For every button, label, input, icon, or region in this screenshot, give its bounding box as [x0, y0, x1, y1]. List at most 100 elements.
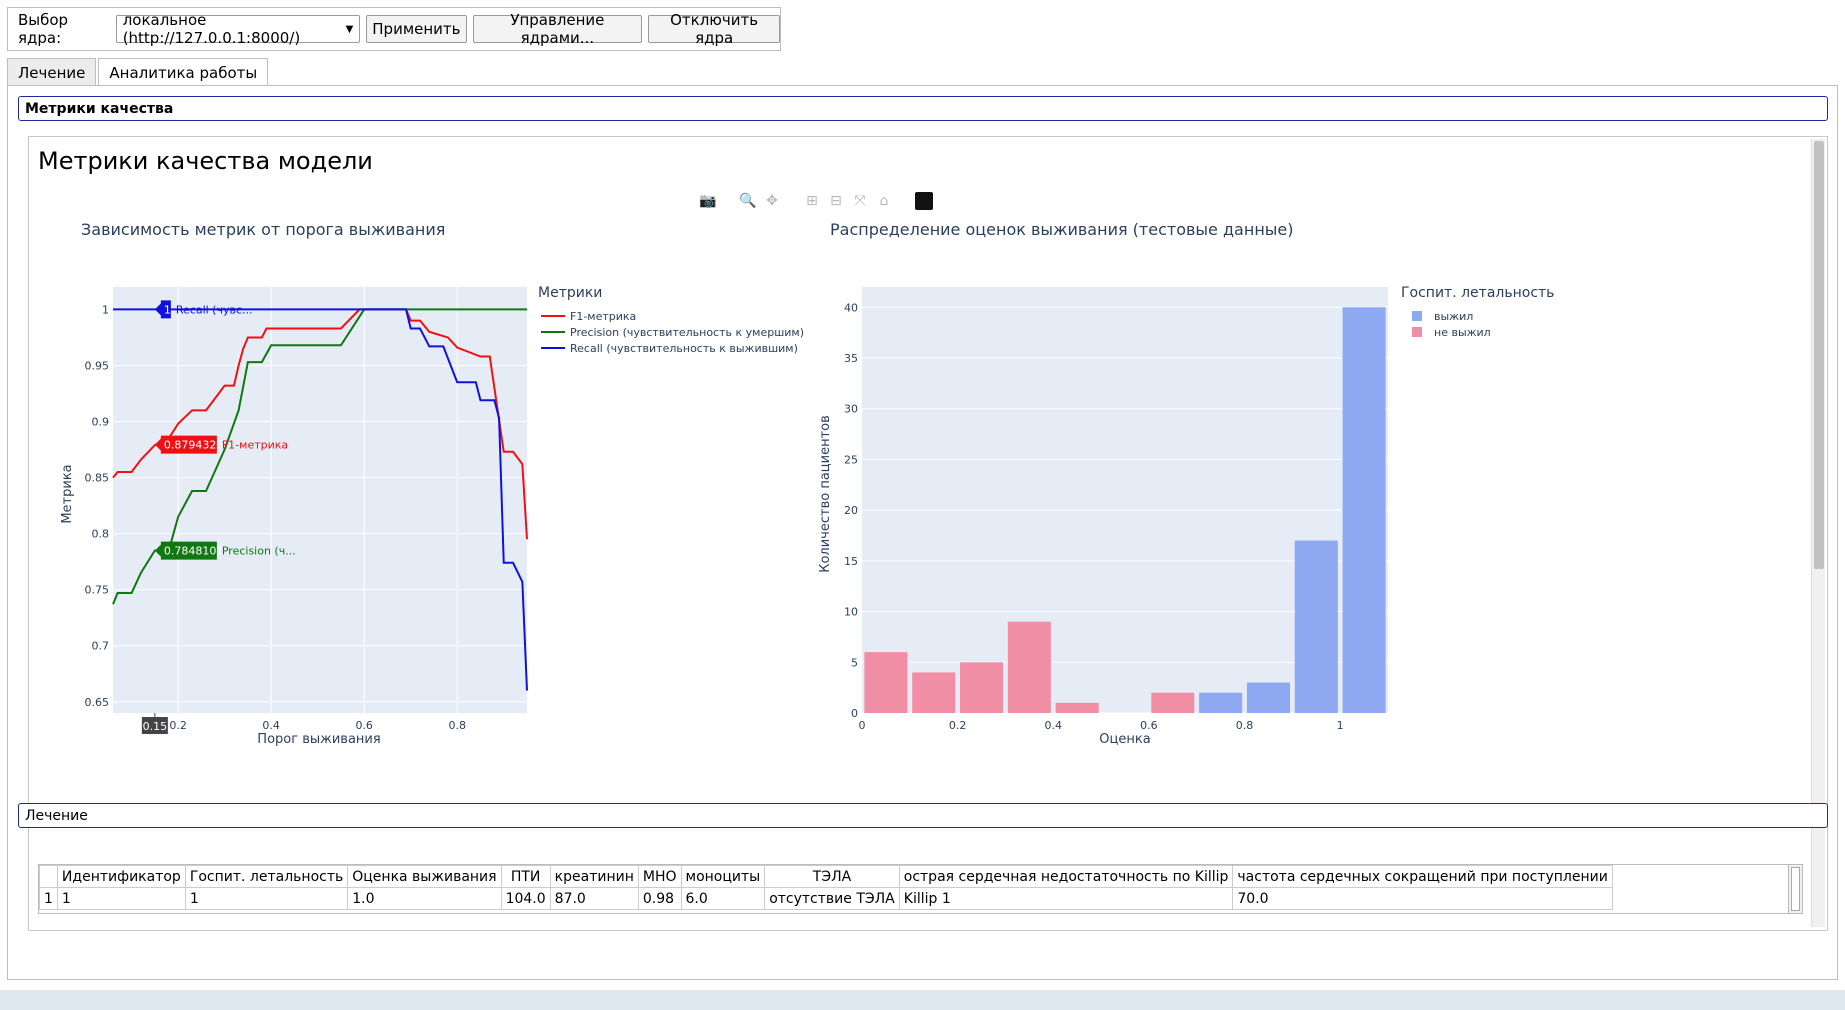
table-cell: 87.0	[549, 887, 639, 910]
histogram-bar	[1294, 540, 1338, 713]
y-tick-label: 30	[844, 403, 858, 416]
table-cell: 70.0	[1232, 887, 1613, 910]
x-tick-label: 0.4	[1045, 719, 1063, 732]
y-tick-label: 40	[844, 301, 858, 314]
hover-name: Recall (чувс...	[176, 303, 253, 316]
column-header[interactable]: креатинин	[549, 865, 639, 888]
x-tick-label: 0	[859, 719, 866, 732]
column-header[interactable]: МНО	[637, 865, 682, 888]
threshold-metrics-chart: Зависимость метрик от порога выживания 0…	[60, 220, 804, 747]
scrollbar-thumb[interactable]	[1814, 141, 1824, 569]
x-tick-label: 0.6	[355, 719, 373, 732]
x-tick-label: 0.6	[1140, 719, 1158, 732]
histogram-bar	[864, 652, 908, 713]
tab-analytics[interactable]: Аналитика работы	[98, 58, 269, 87]
histogram-bar	[1007, 621, 1051, 713]
y-tick-label: 0.75	[85, 584, 110, 597]
y-tick-label: 25	[844, 453, 858, 466]
y-tick-label: 0	[851, 707, 858, 720]
kernel-label: Выбор ядра:	[18, 11, 69, 47]
metrics-figure: Зависимость метрик от порога выживания 0…	[60, 220, 1554, 747]
hover-name: F1-метрика	[222, 439, 288, 452]
histogram-bar	[1246, 682, 1290, 713]
kernel-select[interactable]: локальное (http://127.0.0.1:8000/) ▼	[115, 11, 361, 47]
legend-item: Recall (чувствительность к выжившим)	[570, 342, 798, 355]
column-header[interactable]: моноциты	[680, 865, 766, 888]
hover-value: 1	[164, 303, 171, 316]
chevron-down-icon: ▼	[345, 23, 354, 35]
status-bar	[0, 990, 1845, 1010]
y-tick-label: 15	[844, 555, 858, 568]
y-axis-title: Количество пациентов	[818, 415, 833, 573]
table-cell: 6.0	[680, 887, 766, 910]
y-tick-label: 0.65	[85, 696, 110, 709]
legend-item: выжил	[1434, 310, 1473, 323]
legend: Метрики F1-метрика Precision (чувствитель…	[538, 285, 804, 355]
y-tick-label: 20	[844, 504, 858, 517]
tab-bar: Лечение Аналитика работы	[7, 58, 270, 87]
apply-button[interactable]: Применить	[366, 15, 467, 43]
histogram-bar	[1199, 692, 1243, 713]
hover-name: Precision (ч...	[222, 545, 296, 558]
histogram-bar	[960, 662, 1004, 713]
column-header[interactable]: Идентификатор	[56, 865, 186, 888]
legend-title: Госпит. летальность	[1401, 285, 1554, 301]
column-header[interactable]: частота сердечных сокращений при поступл…	[1232, 865, 1613, 888]
hover-value: 0.7848101	[164, 545, 224, 558]
table-scrollbar[interactable]	[1788, 865, 1802, 913]
column-header[interactable]: острая сердечная недостаточность по Kill…	[898, 865, 1234, 888]
y-tick-label: 10	[844, 606, 858, 619]
legend-item: F1-метрика	[570, 310, 636, 323]
x-tick-label: 0.8	[448, 719, 466, 732]
table-cell: 0.98	[637, 887, 682, 910]
legend-swatch	[1412, 327, 1422, 337]
legend: Госпит. летальность выжил не выжил	[1401, 285, 1554, 339]
x-tick-label: 1	[1337, 719, 1344, 732]
disconnect-kernels-button[interactable]: Отключить ядра	[648, 11, 780, 47]
table-cell: Killip 1	[898, 887, 1234, 910]
y-tick-label: 1	[102, 303, 109, 316]
table-cell: 1	[184, 887, 349, 910]
x-tick-label: 0.2	[169, 719, 187, 732]
y-tick-label: 5	[851, 656, 858, 669]
y-axis-title: Метрика	[60, 464, 75, 523]
manage-kernels-button[interactable]: Управление ядрами...	[472, 11, 643, 47]
table-header-row: Идентификатор Госпит. летальность Оценка в…	[39, 865, 1613, 888]
table-cell: отсутствие ТЭЛА	[764, 887, 900, 910]
accordion-treatment-header[interactable]: Лечение	[18, 803, 1828, 828]
accordion-metrics-header[interactable]: Метрики качества	[18, 96, 1828, 121]
table-cell: 1	[56, 887, 186, 910]
tab-treatment[interactable]: Лечение	[7, 58, 97, 86]
column-header[interactable]: ТЭЛА	[764, 865, 900, 888]
tab-panel-analytics: Метрики качества Метрики качества модели…	[7, 85, 1838, 980]
legend-item: Precision (чувствительность к умершим)	[570, 326, 804, 339]
column-header[interactable]: ПТИ	[500, 865, 551, 888]
column-header[interactable]: Оценка выживания	[347, 865, 502, 888]
column-header[interactable]: Госпит. летальность	[184, 865, 349, 888]
histogram-bar	[1055, 702, 1099, 713]
histogram-bar	[1151, 692, 1195, 713]
table-cell: 104.0	[500, 887, 551, 910]
x-axis-title: Порог выживания	[257, 732, 380, 747]
results-table: Идентификатор Госпит. летальность Оценка в…	[38, 864, 1803, 914]
legend-item: не выжил	[1434, 326, 1491, 339]
score-distribution-chart: Распределение оценок выживания (тестовые…	[818, 220, 1554, 747]
x-tick-label: 0.8	[1236, 719, 1254, 732]
hover-value: 0.8794326	[164, 439, 224, 452]
page-title: Метрики качества модели	[38, 147, 373, 175]
y-tick-label: 0.7	[92, 640, 110, 653]
legend-title: Метрики	[538, 285, 602, 301]
chart-title: Распределение оценок выживания (тестовые…	[830, 220, 1294, 239]
x-axis-title: Оценка	[1099, 732, 1150, 747]
kernel-toolbar: Выбор ядра: локальное (http://127.0.0.1:…	[7, 7, 781, 51]
table-cell: 1	[39, 887, 58, 910]
y-tick-label: 0.95	[85, 359, 110, 372]
table-cell: 1.0	[347, 887, 502, 910]
y-tick-label: 0.85	[85, 472, 110, 485]
histogram-bar	[912, 672, 956, 713]
column-header[interactable]	[39, 865, 58, 888]
hover-x-label: 0.15	[143, 720, 168, 733]
histogram-bar	[1342, 307, 1386, 713]
x-tick-label: 0.2	[949, 719, 967, 732]
table-row[interactable]: 1 1 1 1.0 104.0 87.0 0.98 6.0 отсутствие ТЭЛА Kil…	[39, 887, 1613, 910]
